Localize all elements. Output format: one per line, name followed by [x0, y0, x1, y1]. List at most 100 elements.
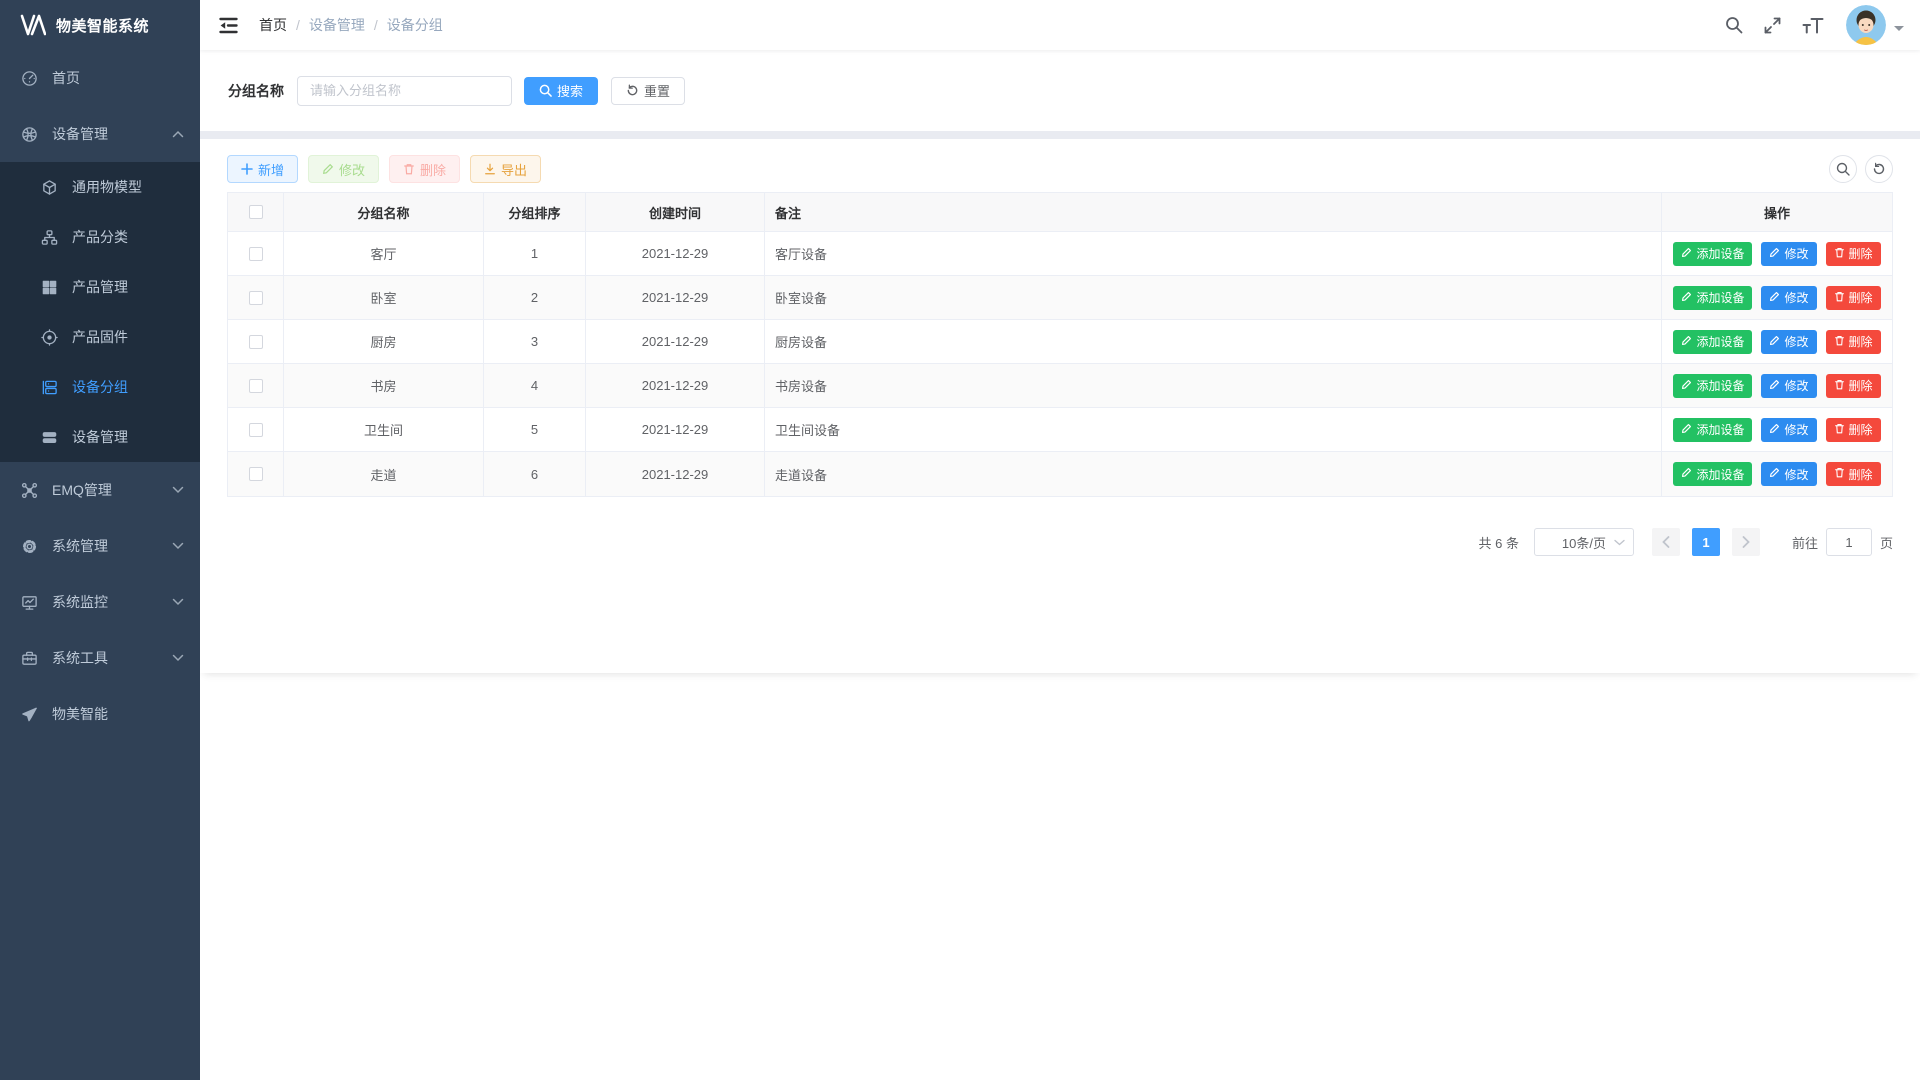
reset-button[interactable]: 重置	[611, 77, 685, 105]
add-device-button[interactable]: 添加设备	[1673, 330, 1752, 354]
sidebar-item-home[interactable]: 首页	[0, 50, 200, 106]
row-delete-button[interactable]: 删除	[1826, 242, 1881, 266]
row-checkbox[interactable]	[249, 335, 263, 349]
goto-page-input[interactable]	[1826, 528, 1872, 556]
page-number-1[interactable]: 1	[1692, 528, 1720, 556]
row-delete-button[interactable]: 删除	[1826, 286, 1881, 310]
dashboard-icon	[20, 69, 38, 87]
caret-down-icon	[1894, 26, 1904, 36]
row-edit-button[interactable]: 修改	[1761, 286, 1816, 310]
edit-pen-icon	[1769, 335, 1780, 349]
add-device-button[interactable]: 添加设备	[1673, 242, 1752, 266]
add-device-button[interactable]: 添加设备	[1673, 418, 1752, 442]
edit-pen-icon	[1769, 467, 1780, 481]
search-button[interactable]: 搜索	[524, 77, 598, 105]
user-menu[interactable]	[1846, 5, 1904, 45]
select-all-checkbox[interactable]	[249, 205, 263, 219]
prev-page-button[interactable]	[1652, 528, 1680, 556]
row-select-cell	[228, 408, 284, 452]
search-icon[interactable]	[1723, 14, 1745, 36]
category-tree-icon	[40, 228, 58, 246]
row-edit-button[interactable]: 修改	[1761, 374, 1816, 398]
sidebar-item-thing-model[interactable]: 通用物模型	[0, 162, 200, 212]
next-page-button[interactable]	[1732, 528, 1760, 556]
delete-button[interactable]: 删除	[389, 155, 460, 183]
row-delete-button[interactable]: 删除	[1826, 330, 1881, 354]
sidebar-item-label: EMQ管理	[52, 480, 112, 500]
add-device-button[interactable]: 添加设备	[1673, 286, 1752, 310]
header-group-name: 分组名称	[284, 193, 484, 232]
sidebar-item-device-mgmt[interactable]: 设备管理	[0, 106, 200, 162]
font-size-icon[interactable]	[1800, 14, 1826, 37]
sidebar-item-emq-mgmt[interactable]: EMQ管理	[0, 462, 200, 518]
sidebar-item-label: 系统工具	[52, 648, 108, 668]
remark-cell: 厨房设备	[765, 320, 1662, 364]
chevron-down-icon	[172, 542, 184, 550]
group-name-cell: 卧室	[284, 276, 484, 320]
group-name-input[interactable]	[297, 76, 512, 106]
add-button[interactable]: 新增	[227, 155, 298, 183]
add-device-button[interactable]: 添加设备	[1673, 374, 1752, 398]
row-edit-button[interactable]: 修改	[1761, 462, 1816, 486]
sidebar-item-system-monitor[interactable]: 系统监控	[0, 574, 200, 630]
table-row: 走道62021-12-29走道设备添加设备修改删除	[228, 452, 1892, 496]
sidebar-item-wumei-smart[interactable]: 物美智能	[0, 686, 200, 742]
edit-pen-icon	[1769, 291, 1780, 305]
sidebar-item-product-category[interactable]: 产品分类	[0, 212, 200, 262]
sidebar-item-product-firmware[interactable]: 产品固件	[0, 312, 200, 362]
group-order-cell: 5	[484, 408, 586, 452]
add-device-button[interactable]: 添加设备	[1673, 462, 1752, 486]
page-size-select[interactable]: 10条/页	[1534, 528, 1634, 556]
row-checkbox[interactable]	[249, 467, 263, 481]
row-actions-cell: 添加设备修改删除	[1662, 408, 1892, 452]
breadcrumb-home[interactable]: 首页	[259, 15, 287, 35]
row-checkbox[interactable]	[249, 291, 263, 305]
row-delete-button[interactable]: 删除	[1826, 462, 1881, 486]
main-area: 首页 / 设备管理 / 设备分组	[200, 0, 1920, 673]
cube-icon	[40, 178, 58, 196]
row-delete-button[interactable]: 删除	[1826, 418, 1881, 442]
sidebar-item-device-group[interactable]: 设备分组	[0, 362, 200, 412]
toggle-search-icon[interactable]	[1829, 155, 1857, 183]
refresh-icon	[626, 84, 639, 97]
fold-sidebar-icon[interactable]	[215, 13, 242, 38]
edit-pen-icon	[1769, 379, 1780, 393]
fullscreen-icon[interactable]	[1761, 14, 1784, 37]
breadcrumb-separator: /	[296, 17, 300, 33]
trash-icon	[403, 163, 415, 175]
iot-sphere-icon	[20, 125, 38, 143]
row-checkbox[interactable]	[249, 423, 263, 437]
edit-pen-icon	[1681, 423, 1692, 437]
created-time-cell: 2021-12-29	[586, 408, 765, 452]
sidebar-menu: 首页设备管理通用物模型产品分类产品管理产品固件设备分组设备管理EMQ管理系统管理…	[0, 50, 200, 742]
edit-button[interactable]: 修改	[308, 155, 379, 183]
delete-button-label: 删除	[420, 160, 446, 179]
reset-button-label: 重置	[644, 81, 670, 100]
sidebar-item-product-mgmt[interactable]: 产品管理	[0, 262, 200, 312]
row-delete-button[interactable]: 删除	[1826, 374, 1881, 398]
remark-cell: 卫生间设备	[765, 408, 1662, 452]
top-navbar: 首页 / 设备管理 / 设备分组	[200, 0, 1920, 50]
sidebar-item-device-list[interactable]: 设备管理	[0, 412, 200, 462]
sidebar-item-system-mgmt[interactable]: 系统管理	[0, 518, 200, 574]
table-body: 客厅12021-12-29客厅设备添加设备修改删除卧室22021-12-29卧室…	[228, 232, 1892, 496]
avatar[interactable]	[1846, 5, 1886, 45]
row-edit-button[interactable]: 修改	[1761, 242, 1816, 266]
row-checkbox[interactable]	[249, 247, 263, 261]
sidebar-item-label: 系统监控	[52, 592, 108, 612]
row-edit-button[interactable]: 修改	[1761, 418, 1816, 442]
app-logo[interactable]: 物美智能系统	[0, 0, 200, 50]
gear-icon	[20, 537, 38, 555]
edit-pen-icon	[1769, 423, 1780, 437]
table-row: 客厅12021-12-29客厅设备添加设备修改删除	[228, 232, 1892, 276]
page-size-value: 10条/页	[1562, 533, 1606, 552]
export-button[interactable]: 导出	[470, 155, 541, 183]
device-group-table: 分组名称 分组排序 创建时间 备注 操作 客厅12021-12-29客厅设备添加…	[227, 192, 1893, 497]
app-logo-icon	[20, 14, 46, 36]
refresh-icon[interactable]	[1865, 155, 1893, 183]
row-edit-button[interactable]: 修改	[1761, 330, 1816, 354]
group-order-cell: 2	[484, 276, 586, 320]
sidebar-item-system-tools[interactable]: 系统工具	[0, 630, 200, 686]
row-checkbox[interactable]	[249, 379, 263, 393]
app-title: 物美智能系统	[56, 15, 149, 36]
